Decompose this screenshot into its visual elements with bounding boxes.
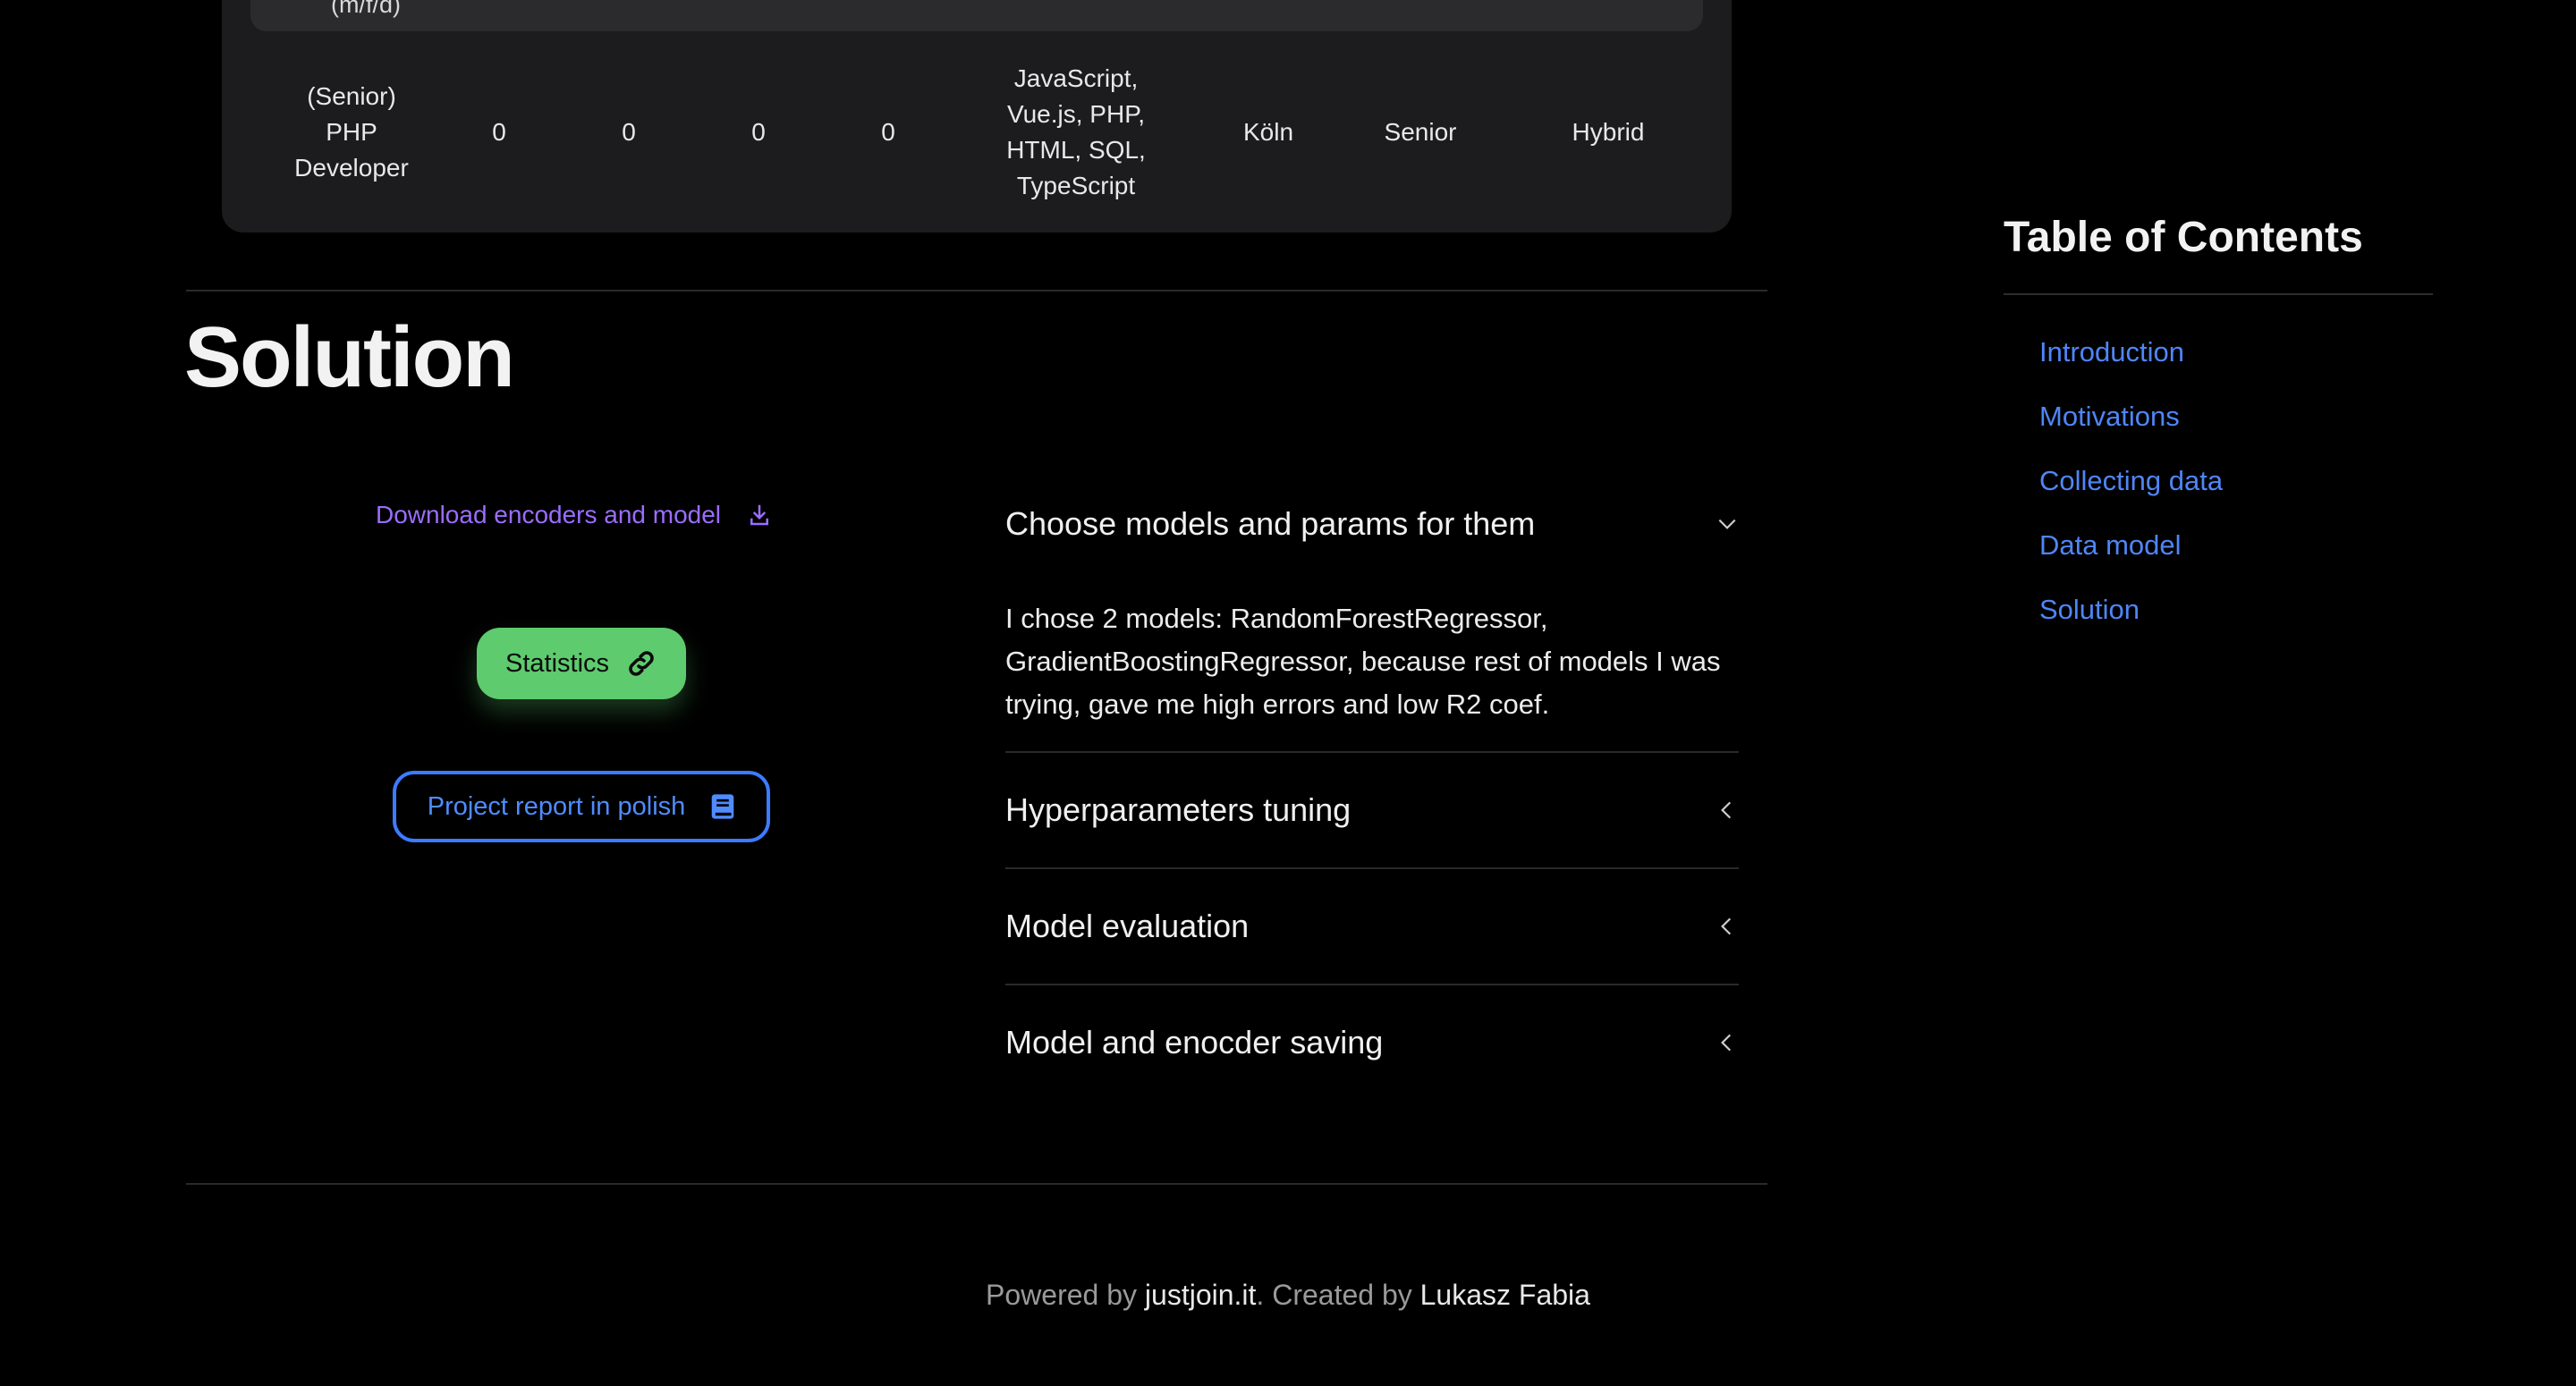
project-report-button[interactable]: Project report in polish (393, 771, 770, 842)
table-cell-skills: JavaScript, Vue.js, PHP, HTML, SQL, Type… (1006, 63, 1146, 199)
footer-author-link[interactable]: Lukasz Fabia (1420, 1279, 1590, 1311)
table-cell-workplace: Hybrid (1572, 117, 1645, 146)
toc-item-data-model[interactable]: Data model (2039, 513, 2223, 578)
accordion-header-choose-models[interactable]: Choose models and params for them (1005, 476, 1739, 572)
accordion-item: Model and enocder saving (1005, 985, 1739, 1100)
accordion-header-model-saving[interactable]: Model and enocder saving (1005, 985, 1739, 1100)
accordion-item: Hyperparameters tuning (1005, 753, 1739, 869)
accordion-header-hyperparameters[interactable]: Hyperparameters tuning (1005, 753, 1739, 867)
footer-created-prefix: . Created by (1256, 1279, 1420, 1311)
table-row: (Senior) PHP Developer 0 0 0 0 JavaScrip… (222, 49, 1732, 215)
chevron-left-icon (1721, 917, 1732, 935)
table-cell-salary-1: 0 (492, 117, 506, 146)
table-cell-seniority: Senior (1384, 117, 1457, 146)
table-cell-salary-3: 0 (751, 117, 766, 146)
table-cell-salary-4: 0 (881, 117, 895, 146)
accordion-title: Model evaluation (1005, 908, 1250, 944)
table-header-cell-position: (m/f/d) (331, 0, 401, 18)
toc-title: Table of Contents (2004, 214, 2363, 261)
accordion-title: Choose models and params for them (1005, 505, 1536, 542)
book-icon (711, 794, 734, 819)
solution-accordion: Choose models and params for them I chos… (1005, 476, 1739, 1100)
link-icon (629, 651, 654, 676)
table-cell-city: Köln (1242, 117, 1294, 146)
table-cell-salary-2: 0 (622, 117, 636, 146)
footer-justjoin-link[interactable]: justjoin.it (1145, 1279, 1257, 1311)
section-divider (186, 290, 1767, 292)
project-report-label: Project report in polish (427, 791, 686, 821)
accordion-body: I chose 2 models: RandomForestRegressor,… (1005, 603, 1721, 720)
chevron-left-icon (1721, 801, 1732, 819)
accordion-header-model-evaluation[interactable]: Model evaluation (1005, 869, 1739, 984)
statistics-button-label: Statistics (504, 648, 610, 678)
job-offers-table: (m/f/d) (Senior) PHP Developer 0 0 0 0 J… (222, 0, 1732, 232)
toc-item-motivations[interactable]: Motivations (2039, 385, 2223, 449)
footer-divider (186, 1183, 1767, 1185)
chevron-left-icon (1721, 1034, 1732, 1052)
footer-powered-prefix: Powered by (986, 1279, 1145, 1311)
accordion-item: Model evaluation (1005, 869, 1739, 985)
download-link-label: Download encoders and model (376, 501, 722, 528)
page: (m/f/d) (Senior) PHP Developer 0 0 0 0 J… (0, 0, 2576, 1386)
toc-item-solution[interactable]: Solution (2039, 578, 2223, 642)
accordion-title: Model and enocder saving (1005, 1024, 1384, 1061)
accordion-item: Choose models and params for them I chos… (1005, 476, 1739, 753)
toc-item-introduction[interactable]: Introduction (2039, 320, 2223, 385)
toc-divider (2004, 293, 2433, 295)
footer: Powered by justjoin.it. Created by Lukas… (0, 1279, 2576, 1312)
section-title: Solution (184, 309, 515, 405)
statistics-button[interactable]: Statistics (477, 628, 686, 699)
table-cell-position: (Senior) PHP Developer (294, 81, 409, 182)
accordion-title: Hyperparameters tuning (1005, 791, 1352, 828)
toc-item-collecting-data[interactable]: Collecting data (2039, 449, 2223, 513)
chevron-down-icon (1718, 519, 1736, 529)
toc-list: Introduction Motivations Collecting data… (2039, 320, 2223, 642)
table-header-row: (m/f/d) (250, 0, 1703, 31)
download-encoders-link[interactable]: Download encoders and model (376, 501, 773, 529)
download-icon (750, 504, 769, 526)
